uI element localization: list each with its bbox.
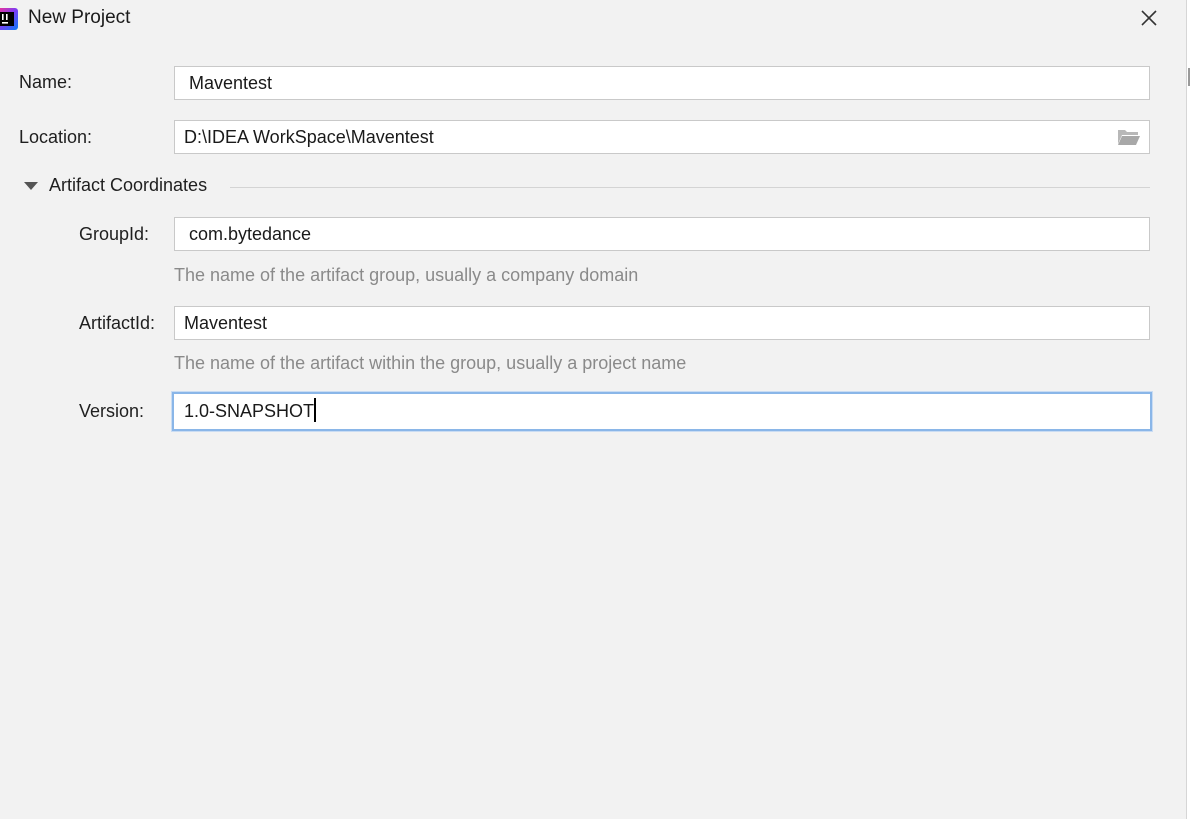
location-label: Location: xyxy=(19,127,93,147)
groupid-input-value: com.bytedance xyxy=(189,224,312,244)
artifactid-label: ArtifactId: xyxy=(79,313,156,333)
close-icon xyxy=(1141,10,1157,26)
collapse-triangle-icon[interactable] xyxy=(24,182,38,190)
version-input-value: 1.0-SNAPSHOT xyxy=(184,401,315,421)
intellij-idea-icon xyxy=(0,8,18,30)
window-right-edge xyxy=(1186,0,1193,819)
location-input[interactable]: D:\IDEA WorkSpace\Maventest xyxy=(174,120,1150,154)
close-button[interactable] xyxy=(1134,4,1164,32)
groupid-hint: The name of the artifact group, usually … xyxy=(174,265,639,285)
artifactid-hint: The name of the artifact within the grou… xyxy=(174,353,687,373)
location-input-value: D:\IDEA WorkSpace\Maventest xyxy=(184,127,434,147)
artifactid-input[interactable]: Maventest xyxy=(174,306,1150,340)
name-input-value: Maventest xyxy=(189,73,273,93)
name-input[interactable]: Maventest xyxy=(174,66,1150,100)
folder-icon[interactable] xyxy=(1117,127,1141,147)
title-bar: New Project xyxy=(0,0,1186,38)
groupid-input[interactable]: com.bytedance xyxy=(174,217,1150,251)
new-project-dialog: New Project Name: Maventest Location: D:… xyxy=(0,0,1186,819)
artifact-coordinates-toggle[interactable]: Artifact Coordinates xyxy=(49,175,207,196)
version-input[interactable]: 1.0-SNAPSHOT xyxy=(172,392,1152,431)
text-caret xyxy=(314,398,317,423)
resize-grip[interactable] xyxy=(1188,68,1190,86)
dialog-title: New Project xyxy=(28,7,131,28)
version-label: Version: xyxy=(79,401,145,421)
artifactid-input-value: Maventest xyxy=(184,313,268,333)
name-label: Name: xyxy=(19,72,73,92)
section-divider xyxy=(230,187,1150,188)
groupid-label: GroupId: xyxy=(79,224,150,244)
